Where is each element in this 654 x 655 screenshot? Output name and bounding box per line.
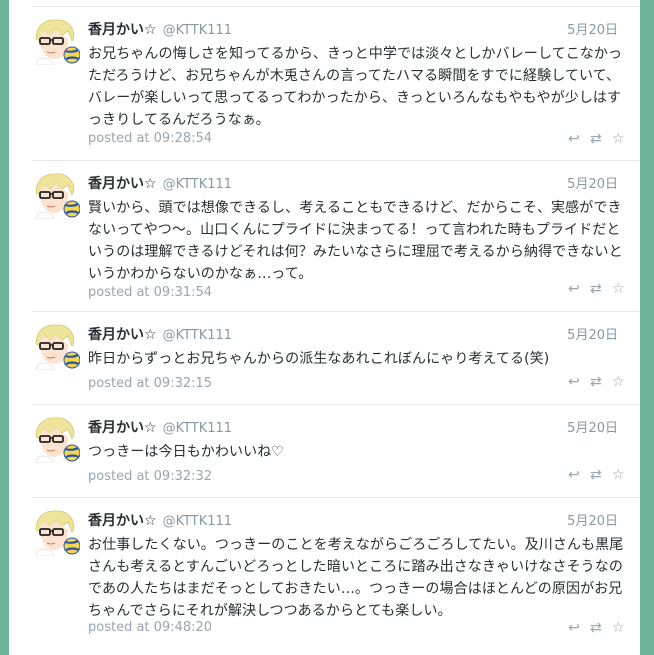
tweet-header: 香月かい☆ @KTTK111 5月20日 (88, 19, 628, 39)
avatar[interactable] (32, 171, 80, 219)
avatar[interactable] (32, 415, 80, 463)
tweet-header: 香月かい☆ @KTTK111 5月20日 (88, 510, 628, 530)
author-handle[interactable]: @KTTK111 (163, 177, 233, 192)
star-icon[interactable]: ☆ (612, 281, 625, 297)
tweet-text: 昨日からずっとお兄ちゃんからの派生なあれこれぼんにゃり考えてる(笑) (88, 348, 633, 370)
posted-timestamp[interactable]: posted at 09:48:20 (88, 620, 212, 635)
avatar[interactable] (32, 322, 80, 370)
right-frame (640, 0, 654, 655)
tweet-text-line: 昨日からずっとお兄ちゃんからの派生なあれこれぼんにゃり考えてる(笑) (88, 351, 550, 367)
tweet-text-line: いうかわからないのかなぁ…って。 (88, 266, 313, 282)
tweet-date[interactable]: 5月20日 (567, 417, 618, 436)
tweet-date[interactable]: 5月20日 (567, 19, 618, 38)
tweet-text-line: ただろうけど、お兄ちゃんが木兎さんの言ってたハマる瞬間をすでに経験していて、 (88, 68, 621, 84)
tweet-text: 賢いから、頭では想像できるし、考えることもできるけど、だからこそ、実感ができ な… (88, 197, 633, 285)
posted-timestamp[interactable]: posted at 09:32:15 (88, 376, 212, 391)
timeline: 香月かい☆ @KTTK111 5月20日 お兄ちゃんの悔しさを知ってるから、きっと… (9, 0, 640, 655)
retweet-icon[interactable]: ⇄ (590, 467, 602, 483)
reply-icon[interactable]: ↩ (568, 620, 580, 636)
posted-timestamp[interactable]: posted at 09:31:54 (88, 285, 212, 300)
tweet-text-line: バレーが楽しいって思ってるってわかったから、きっといろんなもやもやが少しはす (88, 90, 622, 106)
tweet-actions: ↩ ⇄ ☆ (568, 374, 628, 390)
tweet-text-line: さんも考えるとすんごいどろっとした暗いところに踏み出さなきゃいけなさそうなの (88, 559, 623, 575)
reply-icon[interactable]: ↩ (568, 467, 580, 483)
posted-timestamp[interactable]: posted at 09:32:32 (88, 469, 212, 484)
avatar[interactable] (32, 17, 80, 65)
tweet: 香月かい☆ @KTTK111 5月20日 お兄ちゃんの悔しさを知ってるから、きっと… (32, 6, 640, 151)
tweet-text-line: いうのは理解できるけどそれは何？みたいなさらに理屈で考えるから納得できないと (88, 244, 623, 260)
tweet-header: 香月かい☆ @KTTK111 5月20日 (88, 173, 628, 193)
retweet-icon[interactable]: ⇄ (590, 620, 602, 636)
retweet-icon[interactable]: ⇄ (590, 281, 602, 297)
tweet-text-line: つっきーは今日もかわいいね♡ (88, 444, 284, 460)
tweet-actions: ↩ ⇄ ☆ (568, 281, 628, 297)
posted-timestamp[interactable]: posted at 09:28:54 (88, 131, 212, 146)
tweet-text: つっきーは今日もかわいいね♡ (88, 441, 633, 463)
author-handle[interactable]: @KTTK111 (163, 421, 233, 436)
tweet-actions: ↩ ⇄ ☆ (568, 467, 628, 483)
tweet-text-line: お仕事したくない。つっきーのことを考えながらごろごろしてたい。及川さんも黒尾 (88, 537, 624, 553)
tweet-header: 香月かい☆ @KTTK111 5月20日 (88, 324, 628, 344)
tweet: 香月かい☆ @KTTK111 5月20日 お仕事したくない。つっきーのことを考えな… (32, 497, 640, 650)
author-name[interactable]: 香月かい☆ (88, 420, 157, 436)
tweet-text: お仕事したくない。つっきーのことを考えながらごろごろしてたい。及川さんも黒尾 さ… (88, 534, 633, 622)
reply-icon[interactable]: ↩ (568, 131, 580, 147)
author-name[interactable]: 香月かい☆ (88, 513, 157, 529)
tweet-date[interactable]: 5月20日 (567, 510, 618, 529)
author-name[interactable]: 香月かい☆ (88, 327, 157, 343)
star-icon[interactable]: ☆ (612, 131, 625, 147)
star-icon[interactable]: ☆ (612, 620, 625, 636)
tweet-text: お兄ちゃんの悔しさを知ってるから、きっと中学では淡々としかバレーしてこなかっ た… (88, 43, 633, 131)
tweet-text-line: お兄ちゃんの悔しさを知ってるから、きっと中学では淡々としかバレーしてこなかっ (88, 46, 623, 62)
tweet-text-line: ちゃんでさらにそれが解決しつつあるからとても楽しい。 (88, 603, 452, 619)
tweet-actions: ↩ ⇄ ☆ (568, 620, 628, 636)
tweet: 香月かい☆ @KTTK111 5月20日 昨日からずっとお兄ちゃんからの派生なあれ… (32, 311, 640, 404)
tweet-header: 香月かい☆ @KTTK111 5月20日 (88, 417, 628, 437)
author-handle[interactable]: @KTTK111 (163, 23, 233, 38)
star-icon[interactable]: ☆ (612, 374, 625, 390)
author-name[interactable]: 香月かい☆ (88, 22, 157, 38)
tweet: 香月かい☆ @KTTK111 5月20日 賢いから、頭では想像できるし、考えること… (32, 160, 640, 309)
tweet-text-line: っきりしてるんだろうなぁ。 (88, 112, 270, 128)
left-frame (0, 0, 9, 655)
tweet-date[interactable]: 5月20日 (567, 173, 618, 192)
avatar[interactable] (32, 508, 80, 556)
retweet-icon[interactable]: ⇄ (590, 131, 602, 147)
tweet-text-line: であの人たちはまだそっとしておきたい…。つっきーの場合はほとんどの原因がお兄 (88, 581, 623, 597)
tweet: 香月かい☆ @KTTK111 5月20日 つっきーは今日もかわいいね♡ poste… (32, 404, 640, 497)
tweet-actions: ↩ ⇄ ☆ (568, 131, 628, 147)
author-handle[interactable]: @KTTK111 (163, 328, 233, 343)
tweet-text-line: ないってやつ〜。山口くんにプライドに決まってる！って言われた時もプライドだと (88, 222, 621, 238)
tweet-text-line: 賢いから、頭では想像できるし、考えることもできるけど、だからこそ、実感ができ (88, 200, 622, 216)
retweet-icon[interactable]: ⇄ (590, 374, 602, 390)
star-icon[interactable]: ☆ (612, 467, 625, 483)
reply-icon[interactable]: ↩ (568, 281, 580, 297)
author-handle[interactable]: @KTTK111 (163, 514, 233, 529)
author-name[interactable]: 香月かい☆ (88, 176, 157, 192)
tweet-date[interactable]: 5月20日 (567, 324, 618, 343)
reply-icon[interactable]: ↩ (568, 374, 580, 390)
